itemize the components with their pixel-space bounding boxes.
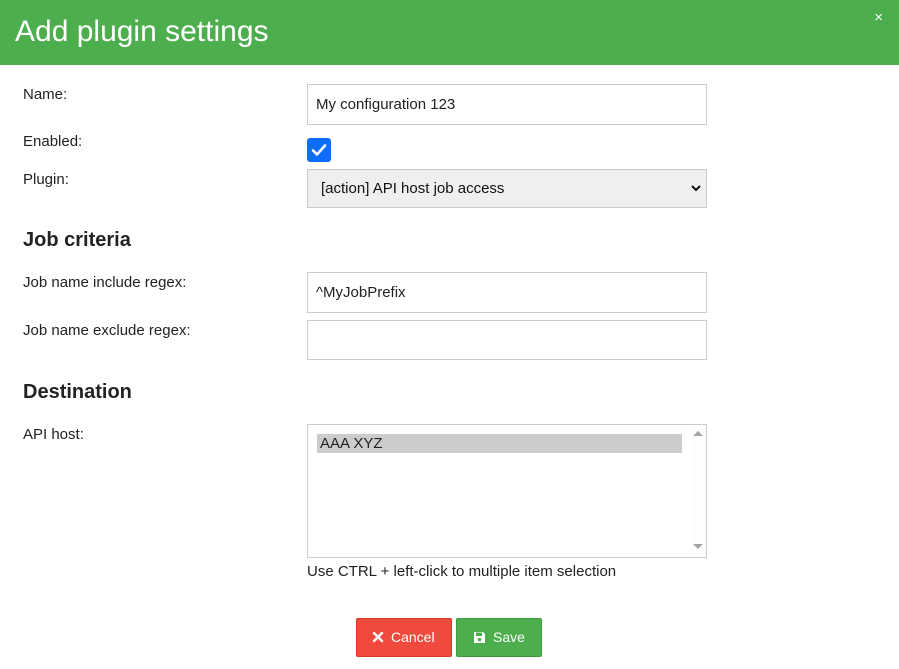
dialog-header: Add plugin settings × (0, 0, 899, 65)
save-button-label: Save (493, 629, 525, 645)
close-icon (372, 631, 384, 643)
dialog-title: Add plugin settings (15, 15, 269, 48)
include-regex-label: Job name include regex: (23, 274, 187, 291)
multi-select-hint: Use CTRL + left-click to multiple item s… (307, 563, 617, 580)
scroll-up-icon[interactable] (693, 431, 703, 436)
enabled-label: Enabled: (23, 133, 83, 150)
save-button[interactable]: Save (456, 618, 542, 657)
floppy-disk-icon (474, 632, 485, 643)
include-regex-input[interactable] (307, 272, 707, 313)
exclude-regex-label: Job name exclude regex: (23, 322, 191, 339)
name-input[interactable] (307, 84, 707, 125)
plugin-select[interactable]: [action] API host job access (307, 169, 707, 208)
listbox-scrollbar[interactable] (691, 425, 706, 557)
scroll-down-icon[interactable] (693, 544, 703, 549)
api-host-option[interactable]: AAA XYZ (317, 434, 682, 453)
api-host-listbox[interactable]: AAA XYZ (307, 424, 707, 558)
job-criteria-heading: Job criteria (23, 229, 131, 251)
cancel-button[interactable]: Cancel (356, 618, 452, 657)
check-icon (311, 144, 327, 156)
api-host-label: API host: (23, 426, 84, 443)
name-label: Name: (23, 86, 68, 103)
exclude-regex-input[interactable] (307, 320, 707, 360)
destination-heading: Destination (23, 381, 132, 403)
cancel-button-label: Cancel (391, 629, 435, 645)
enabled-checkbox[interactable] (307, 138, 331, 162)
chevron-down-icon (691, 185, 701, 192)
close-icon[interactable]: × (874, 10, 883, 26)
plugin-label: Plugin: (23, 171, 69, 188)
plugin-selected-value: [action] API host job access (321, 180, 505, 197)
